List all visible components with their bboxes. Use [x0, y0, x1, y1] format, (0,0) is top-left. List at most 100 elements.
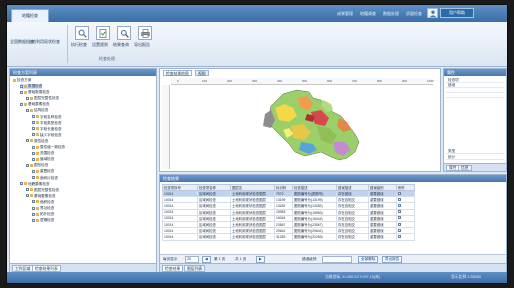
tree-item[interactable]: 图形检查 — [26, 163, 48, 168]
exception-checkbox[interactable] — [398, 216, 401, 220]
delete-all-button[interactable]: 全部删除 — [358, 256, 379, 263]
tree-checkbox[interactable] — [32, 157, 35, 161]
tree-item[interactable]: 重叠检查 — [32, 169, 54, 174]
tree-item[interactable]: 面碎片检查 — [32, 176, 58, 181]
tree-item[interactable]: 基础数据检查 — [20, 90, 50, 95]
tree-checkbox[interactable] — [26, 194, 29, 198]
tree-item[interactable]: 范围检查 — [32, 151, 54, 156]
tree-checkbox[interactable] — [26, 96, 29, 100]
tree-item-label: 图层完整性检查 — [34, 96, 60, 101]
filter-select[interactable] — [322, 256, 352, 263]
tree-item[interactable]: 缺少字段检查 — [32, 133, 62, 138]
tab-check-results[interactable]: 检查结果 — [162, 265, 184, 272]
tree-item[interactable]: 界址检查 — [32, 206, 54, 211]
exception-checkbox[interactable] — [398, 222, 401, 226]
tree-checkbox[interactable] — [32, 127, 35, 131]
query-results-button[interactable] — [117, 26, 131, 40]
execute-check-button[interactable] — [75, 26, 89, 40]
tab-view[interactable]: 视图 — [195, 70, 209, 76]
tree-item[interactable]: 属性检查 — [26, 139, 48, 144]
top-link-survey[interactable]: 地籍调查 — [360, 10, 376, 18]
tree-item[interactable]: 逻辑检查 — [32, 218, 54, 223]
main-tab[interactable]: 地籍检查 — [11, 9, 49, 22]
map-canvas[interactable] — [171, 86, 433, 170]
tree-item[interactable]: 拓扑检查 — [32, 212, 54, 217]
exception-checkbox[interactable] — [398, 203, 401, 207]
tree-checkbox[interactable] — [26, 188, 29, 192]
tree-item[interactable]: 字段名称检查 — [32, 115, 62, 120]
ribbon-scheme-2[interactable]: 土地利用现状检查 — [28, 39, 60, 45]
tree-checkbox[interactable] — [20, 84, 23, 88]
land-use-map[interactable] — [171, 86, 433, 170]
tree-item[interactable]: 属性值一致检查 — [32, 145, 65, 150]
tree-item[interactable]: 字段长度检查 — [32, 127, 62, 132]
exception-checkbox[interactable] — [398, 234, 401, 238]
tree-item-label: 面碎片检查 — [40, 175, 58, 180]
export-results-button[interactable]: 导出报告 — [382, 256, 403, 263]
ruler-tick: 900 — [402, 79, 408, 83]
user-icon[interactable] — [427, 8, 438, 18]
exception-checkbox[interactable] — [398, 191, 401, 195]
exception-checkbox[interactable] — [398, 210, 401, 214]
page-size-label: 每页显示 — [163, 257, 178, 261]
tree-checkbox[interactable] — [32, 200, 35, 204]
tree-checkbox[interactable] — [32, 121, 35, 125]
exception-checkbox-cell — [396, 233, 415, 241]
help-button[interactable]: 用户帮助 — [440, 8, 474, 18]
tab-layer-list[interactable]: 图层列表 — [184, 265, 206, 272]
tree-checkbox[interactable] — [32, 133, 35, 137]
tree-checkbox[interactable] — [32, 115, 35, 119]
tab-info[interactable]: 信息 — [458, 165, 472, 171]
tab-result-list[interactable]: 检查结果列表 — [32, 265, 61, 272]
tree-item[interactable]: 基础要素检查 — [20, 102, 50, 107]
tree-checkbox[interactable] — [32, 176, 35, 180]
ruler-tick: 600 — [327, 79, 333, 83]
first-page-button[interactable]: ◀ — [202, 256, 211, 263]
exception-checkbox[interactable] — [398, 228, 401, 232]
tree-checkbox[interactable] — [20, 102, 23, 106]
tree-checkbox[interactable] — [32, 151, 35, 155]
tree-checkbox[interactable] — [26, 108, 29, 112]
ruler-tick: 200 — [227, 79, 233, 83]
tree-item[interactable]: 图层完整性检查 — [26, 96, 59, 101]
folder-icon — [30, 139, 33, 143]
tree-item[interactable]: 基础要素检查 — [26, 194, 56, 199]
tree-checkbox[interactable] — [32, 206, 35, 210]
tree-checkbox[interactable] — [20, 182, 23, 186]
exception-checkbox[interactable] — [398, 197, 401, 201]
ruler-tick: 100 — [202, 79, 208, 83]
tab-work-area[interactable]: 工作区域 — [12, 265, 34, 272]
page-size-input[interactable]: 20 — [185, 256, 199, 263]
tree-item[interactable]: 图层完整性检查 — [26, 188, 59, 193]
folder-icon — [36, 212, 39, 216]
ruler-tick: 500 — [302, 79, 308, 83]
tree-checkbox[interactable] — [32, 212, 35, 216]
tree-item-label: 缺少字段检查 — [40, 132, 62, 137]
export-report-button[interactable] — [138, 26, 152, 40]
tree-checkbox[interactable] — [20, 90, 23, 94]
set-rules-button[interactable] — [96, 26, 110, 40]
tree-item[interactable]: 结构检查 — [26, 108, 48, 113]
next-page-button[interactable]: ▶ — [256, 256, 265, 263]
top-link-quality[interactable]: 质量检查 — [406, 10, 422, 18]
tree-checkbox[interactable] — [26, 163, 29, 167]
filter-label: 错误级别: — [302, 257, 318, 261]
table-cell: 10014 — [162, 233, 198, 241]
tree-checkbox[interactable] — [32, 169, 35, 173]
top-link-results[interactable]: 成果管理 — [337, 10, 353, 18]
tree-item[interactable]: 字段类型检查 — [32, 121, 62, 126]
tree-root[interactable]: 检查方案 — [13, 78, 31, 83]
results-table: 检查项序号 检查项名称 图层名 标识码 检查描述 错误描述 错误级别 例外 10014 区域间检… — [162, 184, 415, 241]
tab-result-map[interactable]: 检查结果地图 — [163, 70, 192, 76]
top-link-processing[interactable]: 数据处理 — [383, 10, 399, 18]
coordinate-readout: 当前坐标: X=100.23 Y=57.15(米) — [325, 275, 381, 279]
tree-item[interactable]: 值域检查 — [32, 157, 54, 162]
tree-checkbox[interactable] — [32, 145, 35, 149]
tree-item[interactable]: 面积检查 — [32, 200, 54, 205]
folder-icon — [30, 188, 33, 192]
table-row[interactable]: 10014 区域间检查 土地利用现状检查图层 31283 图斑编号为(31283) 存在自… — [162, 233, 415, 241]
tree-checkbox[interactable] — [32, 218, 35, 222]
tree-item[interactable]: 地籍要素检查 — [20, 182, 50, 187]
tree-item[interactable]: 数据检查 — [20, 84, 43, 89]
tree-checkbox[interactable] — [26, 139, 29, 143]
